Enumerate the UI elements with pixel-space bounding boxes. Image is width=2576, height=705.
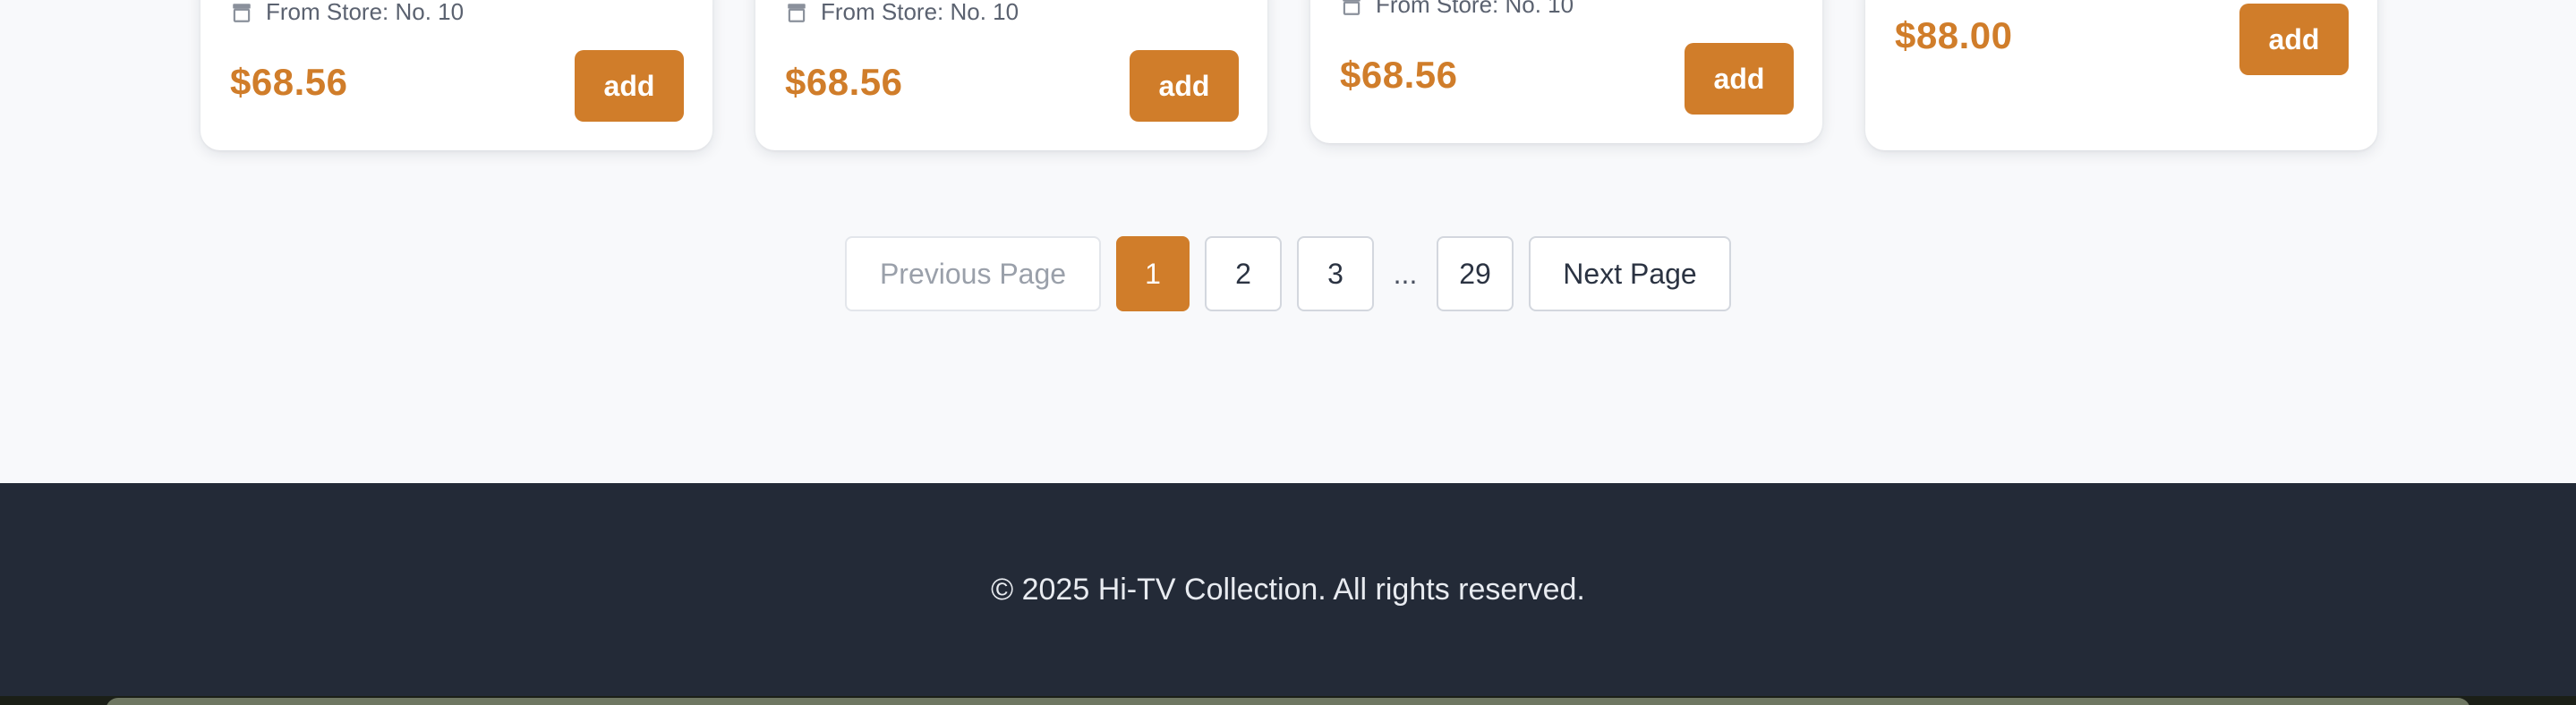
next-page-button[interactable]: Next Page xyxy=(1529,236,1731,311)
product-card: From Store: No. 10 $68.56 add xyxy=(755,0,1267,150)
background-image-edge xyxy=(0,696,2576,705)
pagination: Previous Page 1 2 3 ... 29 Next Page xyxy=(0,236,2576,311)
product-card: $88.00 add xyxy=(1865,0,2377,150)
store-label: From Store: No. 10 xyxy=(266,0,465,25)
add-to-cart-button[interactable]: add xyxy=(1685,43,1794,115)
store-label: From Store: No. 10 xyxy=(1376,0,1574,18)
store-info: From Store: No. 10 xyxy=(1340,0,1574,19)
pagination-ellipsis: ... xyxy=(1393,257,1418,290)
previous-page-button[interactable]: Previous Page xyxy=(845,236,1101,311)
product-price: $68.56 xyxy=(1340,54,1458,96)
copyright-text: © 2025 Hi-TV Collection. All rights rese… xyxy=(991,573,1585,607)
store-info: From Store: No. 10 xyxy=(230,0,464,26)
add-to-cart-button[interactable]: add xyxy=(2239,4,2349,75)
page-button-3[interactable]: 3 xyxy=(1297,236,1374,311)
product-price: $88.00 xyxy=(1895,14,2013,56)
store-label: From Store: No. 10 xyxy=(821,0,1019,25)
page-button-2[interactable]: 2 xyxy=(1205,236,1282,311)
product-price: $68.56 xyxy=(785,61,903,103)
product-card: From Store: No. 10 $68.56 add xyxy=(1310,0,1822,143)
add-to-cart-button[interactable]: add xyxy=(575,50,684,122)
add-to-cart-button[interactable]: add xyxy=(1130,50,1239,122)
store-icon xyxy=(788,3,806,22)
footer: © 2025 Hi-TV Collection. All rights rese… xyxy=(0,483,2576,705)
store-icon xyxy=(1343,0,1361,15)
product-price: $68.56 xyxy=(230,61,348,103)
page-button-last[interactable]: 29 xyxy=(1437,236,1514,311)
background-image-panel xyxy=(106,698,2470,705)
store-info: From Store: No. 10 xyxy=(785,0,1019,26)
store-icon xyxy=(233,3,251,22)
page-button-1[interactable]: 1 xyxy=(1116,236,1190,311)
product-card: From Store: No. 10 $68.56 add xyxy=(200,0,712,150)
